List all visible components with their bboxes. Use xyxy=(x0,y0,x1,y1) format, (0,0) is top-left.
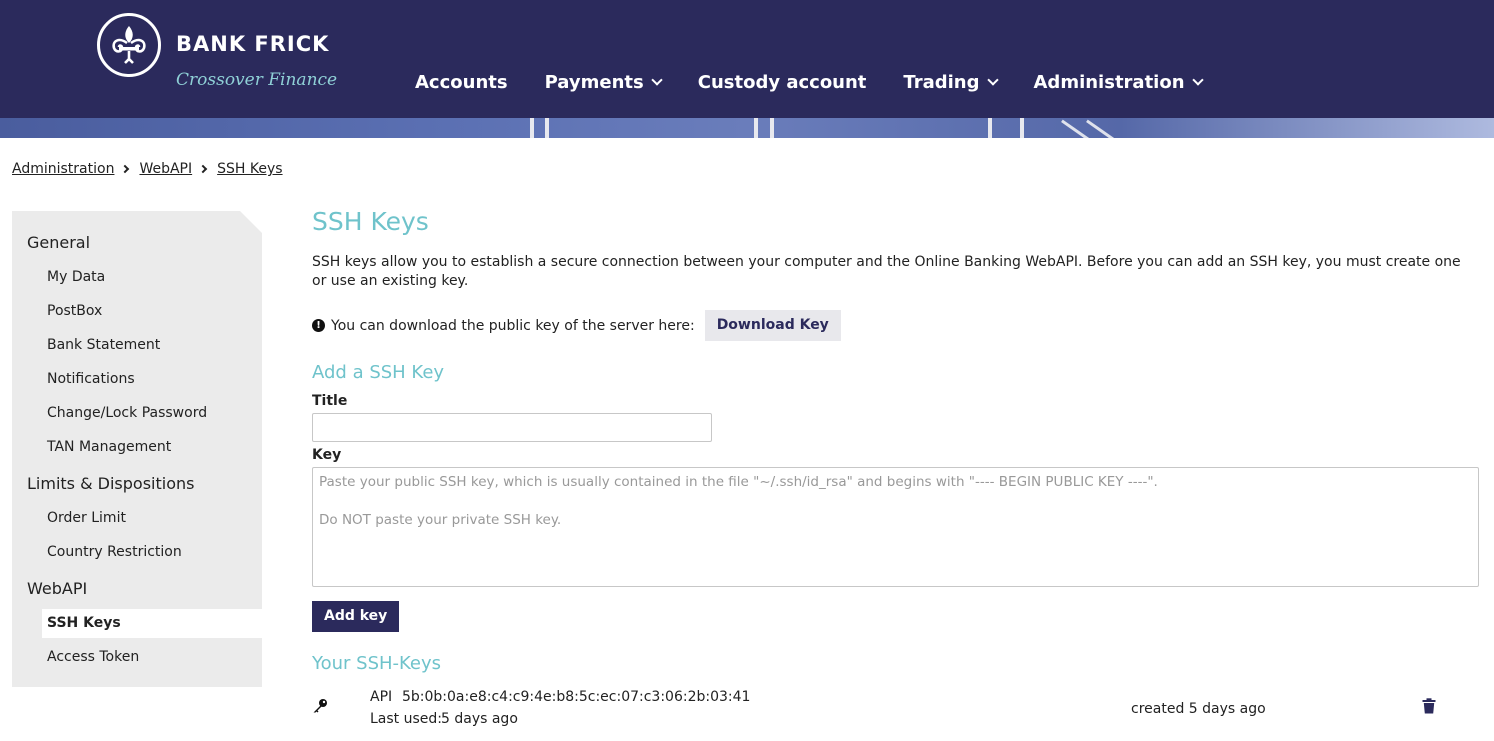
nav-accounts[interactable]: Accounts xyxy=(415,72,508,93)
sidebar: General My Data PostBox Bank Statement N… xyxy=(12,211,262,687)
sidebar-item-access-token[interactable]: Access Token xyxy=(47,649,139,665)
nav-payments[interactable]: Payments xyxy=(544,72,663,93)
nav-administration-label: Administration xyxy=(1033,72,1185,93)
ssh-key-created: created 5 days ago xyxy=(1131,701,1266,717)
fleur-de-lis-icon[interactable] xyxy=(97,13,161,77)
chevron-down-icon xyxy=(986,73,999,86)
ssh-key-row: API 5b:0b:0a:e8:c4:c9:4e:b8:5c:ec:07:c3:… xyxy=(312,685,1482,733)
main-navigation: Accounts Payments Custody account Tradin… xyxy=(415,72,1239,93)
title-label: Title xyxy=(312,393,348,409)
sidebar-item-notifications[interactable]: Notifications xyxy=(47,371,135,387)
chevron-right-icon xyxy=(198,164,208,174)
top-header: BANK FRICK Crossover Finance Accounts Pa… xyxy=(0,0,1494,118)
add-key-button[interactable]: Add key xyxy=(312,601,400,632)
nav-custody-account[interactable]: Custody account xyxy=(698,72,867,93)
breadcrumb-administration[interactable]: Administration xyxy=(12,161,114,177)
sidebar-item-ssh-keys[interactable]: SSH Keys xyxy=(42,609,262,638)
intro-text: SSH keys allow you to establish a secure… xyxy=(312,254,1461,289)
download-key-button[interactable]: Download Key xyxy=(704,310,841,341)
sidebar-item-my-data[interactable]: My Data xyxy=(47,269,105,285)
key-icon xyxy=(313,699,327,713)
download-info-row: ! You can download the public key of the… xyxy=(312,310,841,341)
download-info-text: You can download the public key of the s… xyxy=(331,317,695,334)
sidebar-item-postbox[interactable]: PostBox xyxy=(47,303,102,319)
nav-administration[interactable]: Administration xyxy=(1033,72,1204,93)
sidebar-item-order-limit[interactable]: Order Limit xyxy=(47,510,126,526)
nav-trading-label: Trading xyxy=(903,72,980,93)
sidebar-item-bank-statement[interactable]: Bank Statement xyxy=(47,337,160,353)
brand-name: BANK FRICK xyxy=(176,32,330,56)
chevron-down-icon xyxy=(651,73,663,86)
chevron-down-icon xyxy=(1191,73,1204,86)
ssh-key-last-used-label: Last used: xyxy=(370,711,442,727)
chevron-right-icon xyxy=(121,164,130,174)
nav-accounts-label: Accounts xyxy=(415,72,508,93)
add-key-section-title: Add a SSH Key xyxy=(312,362,445,383)
sidebar-group-limits[interactable]: Limits & Dispositions xyxy=(27,474,194,493)
trash-icon[interactable] xyxy=(1422,698,1436,714)
key-textarea[interactable]: Paste your public SSH key, which is usua… xyxy=(312,467,1479,587)
ssh-key-last-used: 5 days ago xyxy=(441,711,518,727)
page-title: SSH Keys xyxy=(312,207,429,236)
breadcrumb-ssh-keys[interactable]: SSH Keys xyxy=(217,161,282,177)
nav-payments-label: Payments xyxy=(544,72,644,93)
nav-trading[interactable]: Trading xyxy=(903,72,999,93)
breadcrumb: Administration WebAPI SSH Keys xyxy=(12,161,283,177)
sidebar-group-webapi[interactable]: WebAPI xyxy=(27,579,87,598)
nav-custody-label: Custody account xyxy=(697,72,867,93)
sidebar-item-country-restriction[interactable]: Country Restriction xyxy=(47,544,182,560)
header-banner-image xyxy=(0,118,1494,138)
breadcrumb-webapi[interactable]: WebAPI xyxy=(139,161,192,177)
ssh-key-name: API xyxy=(370,689,393,705)
sidebar-group-general[interactable]: General xyxy=(27,233,90,252)
key-label: Key xyxy=(312,447,342,463)
sidebar-item-tan-management[interactable]: TAN Management xyxy=(47,439,171,455)
title-input[interactable] xyxy=(312,413,712,442)
ssh-key-fingerprint: 5b:0b:0a:e8:c4:c9:4e:b8:5c:ec:07:c3:06:2… xyxy=(402,689,751,705)
info-circle-icon: ! xyxy=(312,319,325,332)
sidebar-item-change-lock-password[interactable]: Change/Lock Password xyxy=(47,405,207,421)
brand-tagline: Crossover Finance xyxy=(176,70,338,90)
your-keys-section-title: Your SSH-Keys xyxy=(312,653,442,674)
